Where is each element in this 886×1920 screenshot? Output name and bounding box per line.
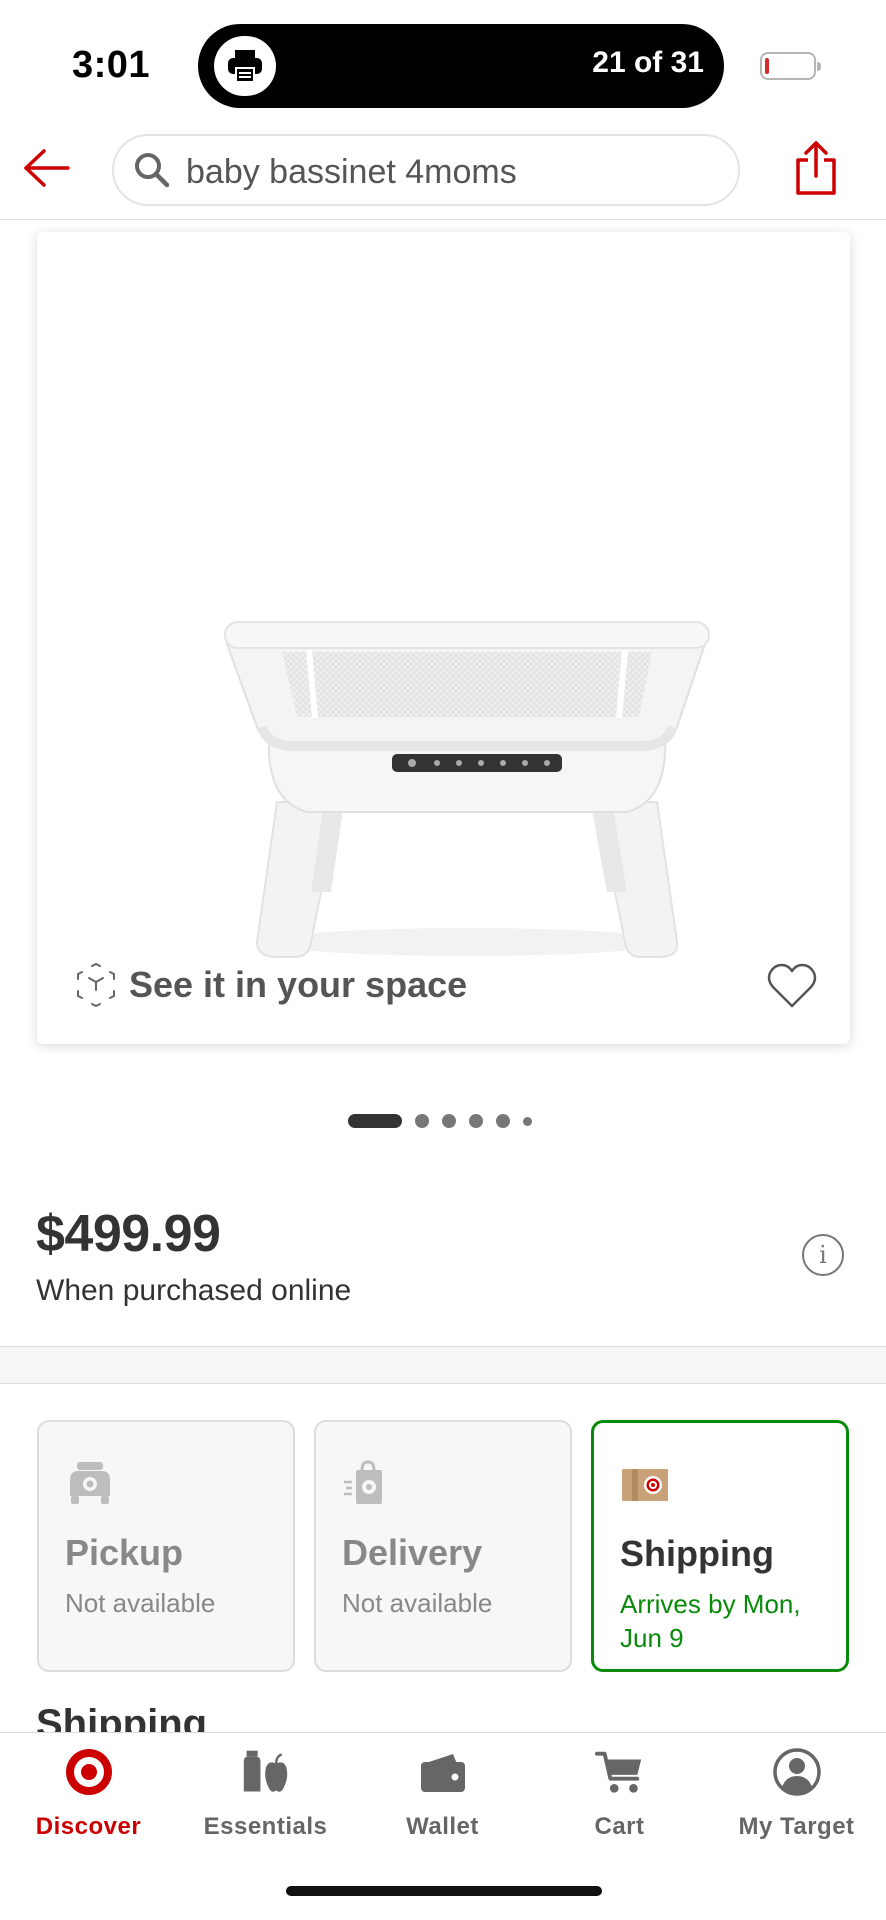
fulfillment-delivery-option[interactable]: Delivery Not available [314, 1420, 572, 1672]
search-icon [135, 153, 170, 188]
pickup-status: Not available [65, 1588, 216, 1618]
bassinet-product-image [224, 621, 710, 958]
status-time: 3:01 [72, 44, 151, 86]
print-counter: 21 of 31 [592, 46, 704, 79]
delivery-status: Not available [342, 1588, 493, 1618]
see-it-in-your-space-label: See it in your space [129, 964, 468, 1005]
product-image-carousel[interactable]: See it in your space [37, 232, 850, 1044]
heart-icon [767, 963, 817, 1008]
favorite-button[interactable] [766, 962, 818, 1010]
tab-label: Cart [594, 1813, 645, 1840]
pager-dot[interactable] [496, 1114, 510, 1128]
price-note: When purchased online [36, 1274, 352, 1307]
pickup-car-icon [70, 1462, 110, 1504]
tab-discover[interactable]: Discover [0, 1747, 177, 1841]
search-query: baby bassinet 4moms [186, 153, 517, 191]
tab-essentials[interactable]: Essentials [177, 1747, 354, 1841]
info-icon: i [819, 1241, 827, 1269]
delivery-title: Delivery [342, 1532, 483, 1573]
shipping-box-icon [622, 1469, 668, 1501]
ar-cube-icon [77, 963, 115, 1007]
top-navigation: baby bassinet 4moms [0, 120, 886, 220]
tab-label: Discover [35, 1813, 142, 1840]
fulfillment-pickup-option[interactable]: Pickup Not available [37, 1420, 295, 1672]
shipping-section-heading: Shipping [36, 1702, 208, 1732]
wallet-icon [418, 1747, 468, 1797]
account-icon [772, 1747, 822, 1797]
pickup-title: Pickup [65, 1532, 184, 1573]
share-button[interactable] [788, 136, 844, 200]
back-button[interactable] [18, 140, 74, 196]
essentials-icon [241, 1747, 291, 1797]
shipping-arrival: Arrives by Mon, Jun 9 [620, 1589, 801, 1653]
target-logo-icon [64, 1747, 114, 1797]
price-info-button[interactable]: i [802, 1234, 844, 1276]
battery-level [765, 58, 769, 74]
print-activity-island[interactable]: 21 of 31 [198, 24, 724, 108]
pager-dot[interactable] [442, 1114, 456, 1128]
product-price: $499.99 [36, 1205, 221, 1263]
battery-icon [760, 52, 821, 80]
see-it-in-your-space-button[interactable]: See it in your space [75, 962, 467, 1008]
status-bar: 3:01 21 of 31 [0, 0, 886, 120]
delivery-bag-icon [344, 1460, 382, 1504]
pager-dot[interactable] [469, 1114, 483, 1128]
tab-label: Wallet [406, 1813, 479, 1840]
printer-icon [214, 36, 276, 96]
share-icon [796, 141, 836, 195]
fulfillment-shipping-option[interactable]: Shipping Arrives by Mon, Jun 9 [591, 1420, 849, 1672]
pager-dot[interactable] [523, 1116, 532, 1126]
tab-label: My Target [738, 1813, 855, 1840]
pager-dot[interactable] [415, 1114, 429, 1128]
pager-dot-active[interactable] [348, 1114, 402, 1128]
section-divider [0, 1346, 886, 1384]
image-pager-dots[interactable] [348, 1114, 545, 1128]
tab-wallet[interactable]: Wallet [354, 1747, 531, 1841]
back-arrow-icon [24, 149, 70, 187]
tab-cart[interactable]: Cart [531, 1747, 708, 1841]
search-input[interactable]: baby bassinet 4moms [112, 134, 740, 206]
tab-my-target[interactable]: My Target [708, 1747, 885, 1841]
tab-label: Essentials [203, 1813, 328, 1840]
cart-icon [594, 1747, 645, 1797]
shipping-title: Shipping [620, 1533, 774, 1574]
home-indicator[interactable] [286, 1886, 602, 1896]
